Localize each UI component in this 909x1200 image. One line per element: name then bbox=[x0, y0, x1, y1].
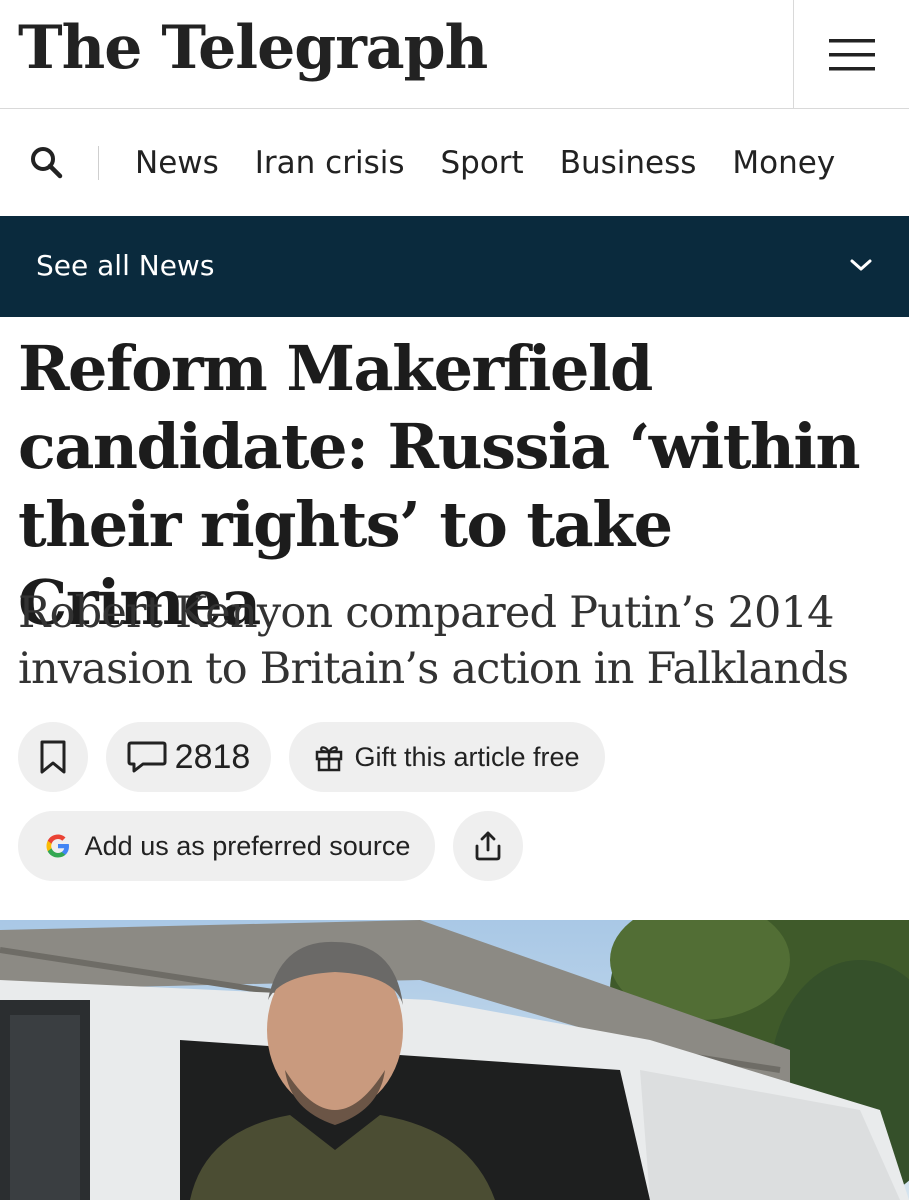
nav-item-sport[interactable]: Sport bbox=[440, 145, 523, 181]
share-button[interactable] bbox=[453, 811, 523, 881]
bookmark-button[interactable] bbox=[18, 722, 88, 792]
nav-item-money[interactable]: Money bbox=[732, 145, 835, 181]
google-g-icon bbox=[46, 834, 69, 858]
primary-nav: News Iran crisis Sport Business Money bbox=[0, 110, 909, 216]
see-all-news-bar[interactable]: See all News bbox=[0, 216, 909, 317]
bookmark-icon bbox=[40, 740, 66, 774]
article-photo[interactable] bbox=[0, 920, 909, 1200]
share-icon bbox=[475, 831, 501, 861]
chevron-down-icon bbox=[850, 259, 872, 271]
nav-separator bbox=[98, 146, 99, 180]
nav-item-news[interactable]: News bbox=[135, 145, 219, 181]
telegraph-logo[interactable]: The Telegraph bbox=[18, 8, 488, 88]
see-all-news-label: See all News bbox=[36, 249, 215, 282]
comment-icon bbox=[127, 741, 167, 773]
preferred-source-button[interactable]: Add us as preferred source bbox=[18, 811, 435, 881]
gift-article-button[interactable]: Gift this article free bbox=[289, 722, 605, 792]
preferred-source-label: Add us as preferred source bbox=[84, 830, 411, 861]
nav-items: News Iran crisis Sport Business Money bbox=[135, 110, 835, 216]
nav-item-iran-crisis[interactable]: Iran crisis bbox=[255, 145, 405, 181]
article-photo-illustration bbox=[0, 920, 909, 1200]
search-icon bbox=[31, 147, 63, 179]
hamburger-menu-icon bbox=[828, 38, 875, 70]
gift-article-label: Gift this article free bbox=[354, 741, 580, 772]
comment-count: 2818 bbox=[174, 737, 251, 776]
comments-button[interactable]: 2818 bbox=[106, 722, 271, 792]
masthead: The Telegraph bbox=[0, 0, 909, 109]
menu-button[interactable] bbox=[794, 0, 909, 109]
nav-item-business[interactable]: Business bbox=[560, 145, 697, 181]
nav-fade-overlay bbox=[839, 110, 909, 216]
article-standfirst: Robert Kenyon compared Putin’s 2014 inva… bbox=[18, 588, 849, 694]
gift-icon bbox=[316, 746, 343, 772]
search-button[interactable] bbox=[28, 144, 66, 182]
